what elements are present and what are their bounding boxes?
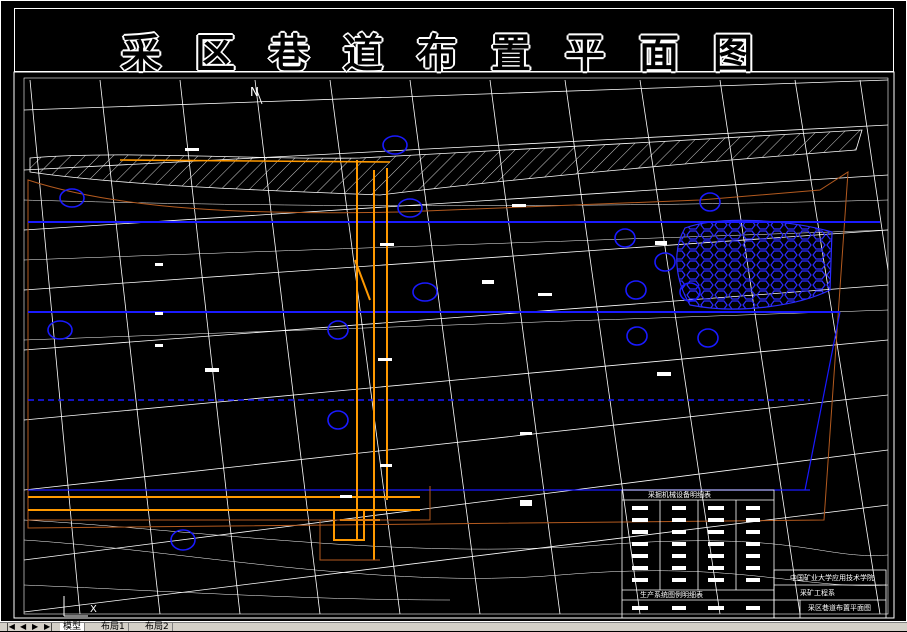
legend-sub-title: 生产系统图例明细表: [640, 590, 703, 599]
legend-main-title: 采掘机械设备明细表: [648, 490, 711, 499]
gob-area: [676, 219, 833, 310]
small-labels: [155, 148, 671, 506]
ucs-icon: X: [60, 590, 110, 624]
callout-circles: [47, 135, 721, 551]
ucs-x-label: X: [90, 604, 97, 615]
hatched-band: [29, 129, 863, 196]
cad-drawing-canvas[interactable]: N 采掘机械设备明细表 生产系统图例明细表 中国矿业大学应用技术学院 采矿工程系…: [0, 0, 907, 622]
drawing-name: 采区巷道布置平面图: [808, 603, 871, 612]
drawing-svg: N 采掘机械设备明细表 生产系统图例明细表 中国矿业大学应用技术学院 采矿工程系…: [0, 0, 907, 622]
department-name: 采矿工程系: [800, 588, 835, 597]
north-label: N: [250, 85, 259, 99]
drawing-title: 采区巷道布置平面图: [121, 31, 787, 77]
title-band: 采区巷道布置平面图: [14, 8, 894, 77]
school-name: 中国矿业大学应用技术学院: [790, 573, 874, 582]
orange-roadways: [28, 159, 420, 560]
